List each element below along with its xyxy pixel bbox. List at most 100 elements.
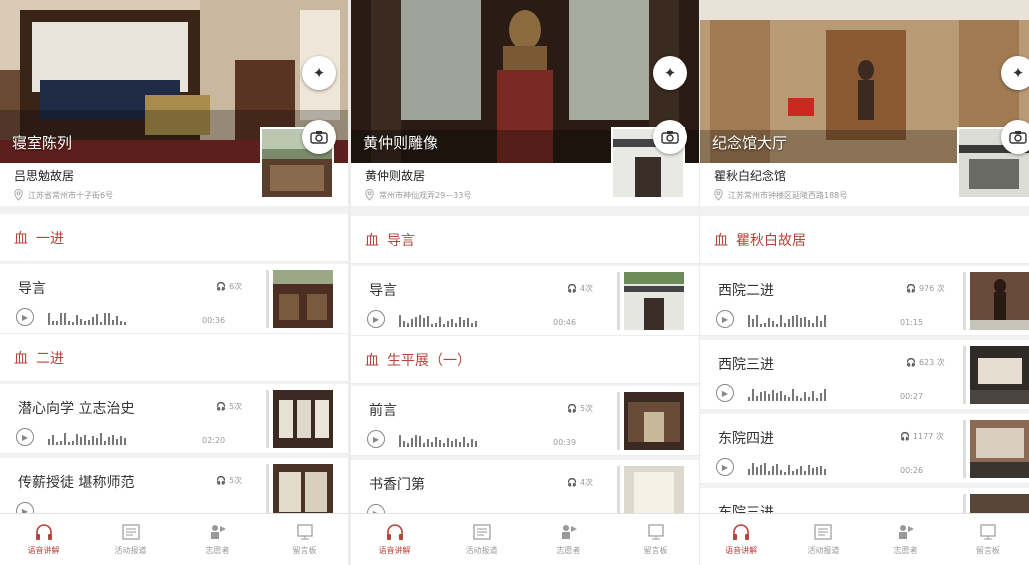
tab-activity-reports[interactable]: 活动报道 [87,514,174,565]
audio-waveform [399,433,477,447]
headphones-icon [35,524,52,540]
tab-message-board[interactable]: 留言板 [612,514,699,565]
divider [963,420,966,478]
audio-item[interactable]: 导言 🎧 6次 ▶ 00:36 [0,264,348,334]
tab-audio-guide[interactable]: 语音讲解 [351,514,438,565]
listen-count-text: 6次 [228,282,243,291]
audio-item[interactable]: 东院四进 🎧 1177 次 ▶ 00:26 [700,414,1029,484]
camera-icon[interactable] [302,120,336,154]
audio-thumbnail [624,392,684,450]
app-screen-quqiubai: 纪念馆大厅 ✦ 瞿秋白纪念馆 江苏常州市钟楼区延陵西路188号 血 瞿秋白故居 … [700,0,1029,565]
tab-label: 留言板 [643,546,668,555]
audio-title: 前言 [369,403,397,419]
tab-label: 语音讲解 [27,546,60,555]
play-icon[interactable]: ▶ [16,428,34,446]
audio-waveform [748,461,826,475]
audio-item[interactable]: 西院三进 🎧 623 次 ▶ 00:27 [700,340,1029,410]
listen-count-text: 976 次 [918,284,945,293]
divider [963,346,966,404]
section-header: 血 生平展（一） [351,336,699,384]
divider [617,272,620,330]
play-icon[interactable]: ▶ [716,310,734,328]
site-address-text: 江苏省常州市十子街6号 [28,190,114,200]
play-icon[interactable]: ▶ [16,308,34,326]
shrine-icon: 血 [14,230,28,247]
audio-title: 书香门第 [369,477,425,493]
star-sparkle-icon[interactable]: ✦ [1001,56,1029,90]
audio-title: 潜心向学 立志治史 [18,401,135,417]
tab-label: 留言板 [975,546,1000,555]
tab-activity-reports[interactable]: 活动报道 [782,514,864,565]
tab-volunteers[interactable]: 志愿者 [865,514,947,565]
listen-count: 🎧 4次 [567,283,593,294]
hero-caption: 纪念馆大厅 [712,134,788,152]
tab-audio-guide[interactable]: 语音讲解 [0,514,87,565]
tab-message-board[interactable]: 留言板 [947,514,1029,565]
audio-duration: 00:36 [202,316,226,325]
play-icon[interactable]: ▶ [716,384,734,402]
tab-volunteers[interactable]: 志愿者 [525,514,612,565]
news-icon [121,524,140,540]
shrine-icon: 血 [365,352,379,369]
tab-message-board[interactable]: 留言板 [261,514,348,565]
section-title: 生平展（一） [387,352,471,369]
message-board-icon [980,524,996,540]
bottom-tab-bar: 语音讲解 活动报道 志愿者 留言板 [351,513,699,565]
audio-item[interactable]: 前言 🎧 5次 ▶ 00:39 [351,386,699,456]
star-sparkle-icon[interactable]: ✦ [653,56,687,90]
section-header: 血 一进 [0,214,348,262]
listen-count-text: 5次 [228,402,243,411]
play-icon[interactable]: ▶ [716,458,734,476]
shrine-icon: 血 [14,350,28,367]
site-name: 黄仲则故居 [365,169,426,183]
audio-thumbnail [970,272,1029,330]
headphones-icon: 🎧 [567,404,577,413]
volunteer-flag-icon [898,525,914,539]
message-board-icon [647,524,664,540]
location-pin-icon [14,189,23,201]
listen-count: 🎧 5次 [216,401,242,412]
camera-icon[interactable] [1001,120,1029,154]
tab-activity-reports[interactable]: 活动报道 [438,514,525,565]
tab-label: 志愿者 [893,546,918,555]
play-icon[interactable]: ▶ [367,310,385,328]
play-icon[interactable]: ▶ [367,430,385,448]
tab-label: 活动报道 [114,546,147,555]
volunteer-flag-icon [210,525,226,539]
section-header: 血 瞿秋白故居 [700,216,1029,264]
tab-volunteers[interactable]: 志愿者 [174,514,261,565]
site-address-text: 江苏常州市钟楼区延陵西路188号 [728,190,848,200]
listen-count-text: 1177 次 [912,432,944,441]
audio-item[interactable]: 西院二进 🎧 976 次 ▶ 01:15 [700,266,1029,336]
audio-thumbnail [273,270,333,328]
listen-count-text: 4次 [579,284,594,293]
listen-count: 🎧 976 次 [906,283,945,294]
audio-title: 东院四进 [718,431,774,447]
section-title: 一进 [36,230,64,247]
tab-label: 语音讲解 [725,546,758,555]
audio-duration: 01:15 [900,318,924,327]
section-title: 导言 [387,232,415,249]
star-sparkle-icon[interactable]: ✦ [302,56,336,90]
audio-duration: 00:39 [553,438,577,447]
site-address-text: 常州市神仙观弄29—33号 [379,190,472,200]
audio-duration: 00:46 [553,318,577,327]
camera-icon[interactable] [653,120,687,154]
audio-waveform [399,313,477,327]
tab-label: 志愿者 [556,546,581,555]
listen-count: 🎧 6次 [216,281,242,292]
audio-thumbnail [273,390,333,448]
audio-item[interactable]: 潜心向学 立志治史 🎧 5次 ▶ 02:20 [0,384,348,454]
divider [963,272,966,330]
site-address: 江苏常州市钟楼区延陵西路188号 [714,189,847,201]
audio-waveform [48,431,126,445]
site-address: 常州市神仙观弄29—33号 [365,189,471,201]
audio-item[interactable]: 导言 🎧 4次 ▶ 00:46 [351,266,699,336]
site-address: 江苏省常州市十子街6号 [14,189,113,201]
tab-audio-guide[interactable]: 语音讲解 [700,514,782,565]
app-screen-lvsimian: 寝室陈列 ✦ 吕思勉故居 江苏省常州市十子街6号 血 一进 导言 🎧 6次 ▶ 0… [0,0,348,565]
listen-count: 🎧 5次 [216,475,242,486]
audio-thumbnail [970,346,1029,404]
listen-count: 🎧 5次 [567,403,593,414]
headphones-icon [733,524,750,540]
